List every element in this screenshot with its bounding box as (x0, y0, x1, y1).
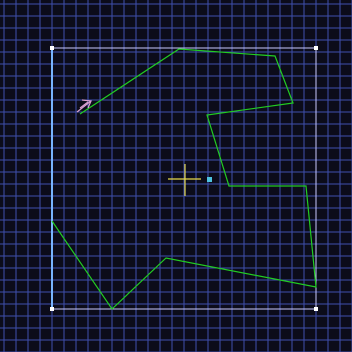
drawing-canvas[interactable] (0, 0, 352, 352)
pivot-point-icon[interactable] (207, 177, 212, 182)
selection-handle-top-left[interactable] (50, 46, 54, 50)
selection-handle-top-right[interactable] (314, 46, 318, 50)
selection-handle-bottom-left[interactable] (50, 307, 54, 311)
selection-handle-bottom-right[interactable] (314, 307, 318, 311)
